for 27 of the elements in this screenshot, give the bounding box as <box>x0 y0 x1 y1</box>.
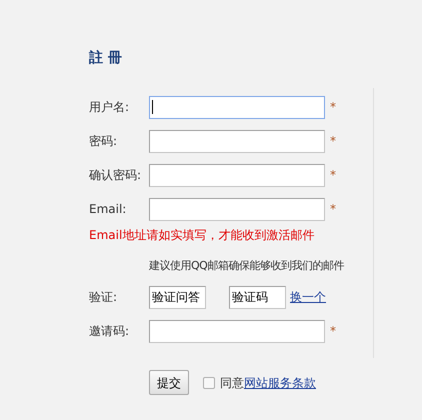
required-mark: * <box>330 99 336 116</box>
input-field[interactable] <box>149 96 325 118</box>
page-title: 註 冊 <box>89 49 123 68</box>
captcha-field[interactable]: 验证码 <box>229 286 286 308</box>
email-hint: 建议使用QQ邮箱确保能够收到我们的邮件 <box>149 258 345 274</box>
submit-button[interactable]: 提交 <box>149 370 189 395</box>
required-mark: * <box>330 167 336 184</box>
agree-checkbox[interactable] <box>203 376 215 388</box>
agree-text: 同意 <box>220 374 244 392</box>
required-mark: * <box>330 201 336 218</box>
field-label: Email: <box>89 201 128 218</box>
required-mark: * <box>330 323 336 340</box>
email-notice: Email地址请如实填写，才能收到激活邮件 <box>89 227 316 244</box>
required-mark: * <box>330 133 336 150</box>
field-label: 用户名: <box>89 99 130 116</box>
text-cursor <box>152 100 153 114</box>
input-field[interactable] <box>149 198 325 220</box>
question-field[interactable]: 验证问答 <box>149 286 206 308</box>
field-label: 确认密码: <box>89 167 142 184</box>
refresh-link[interactable]: 换一个 <box>290 288 326 306</box>
terms-link[interactable]: 网站服务条款 <box>244 374 316 392</box>
field-label: 验证: <box>89 289 118 306</box>
input-field[interactable] <box>149 320 325 342</box>
input-field[interactable] <box>149 164 325 186</box>
field-label: 密码: <box>89 133 118 150</box>
field-label: 邀请码: <box>89 323 130 340</box>
input-field[interactable] <box>149 130 325 152</box>
